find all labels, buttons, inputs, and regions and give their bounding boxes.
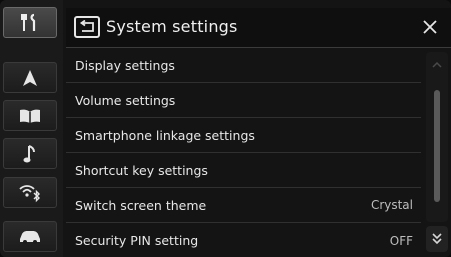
chevron-up-icon bbox=[432, 61, 442, 68]
double-chevron-down-icon bbox=[432, 233, 442, 245]
settings-list: Display settings Volume settings Smartph… bbox=[66, 48, 421, 257]
list-item-volume-settings[interactable]: Volume settings bbox=[66, 83, 421, 118]
list-item-label: Switch screen theme bbox=[75, 197, 207, 213]
list-item-display-settings[interactable]: Display settings bbox=[66, 48, 421, 83]
rail-item-navigation[interactable] bbox=[3, 62, 57, 93]
list-item-value: Crystal bbox=[370, 198, 413, 212]
back-button[interactable] bbox=[74, 16, 100, 38]
back-arrow-icon bbox=[79, 20, 94, 32]
wifi-bluetooth-icon bbox=[19, 184, 40, 202]
page-title: System settings bbox=[106, 17, 238, 36]
side-menu-rail bbox=[0, 0, 63, 257]
rail-item-audio[interactable] bbox=[3, 138, 57, 169]
rail-item-connectivity[interactable] bbox=[3, 177, 57, 208]
settings-tools-icon bbox=[21, 13, 36, 31]
list-item-security-pin-setting[interactable]: Security PIN setting OFF bbox=[66, 223, 421, 257]
scroll-up-button[interactable] bbox=[426, 58, 448, 74]
rail-item-media-library[interactable] bbox=[3, 100, 57, 131]
list-item-smartphone-linkage-settings[interactable]: Smartphone linkage settings bbox=[66, 118, 421, 153]
list-item-label: Display settings bbox=[75, 57, 175, 73]
list-item-label: Volume settings bbox=[75, 92, 176, 108]
list-item-shortcut-key-settings[interactable]: Shortcut key settings bbox=[66, 153, 421, 188]
list-item-label: Security PIN setting bbox=[75, 233, 199, 248]
scrollbar[interactable] bbox=[426, 52, 448, 222]
system-settings-screen: System settings Display settings Volume … bbox=[0, 0, 451, 257]
navigation-arrow-icon bbox=[23, 69, 37, 86]
list-item-label: Smartphone linkage settings bbox=[75, 127, 255, 143]
scroll-down-button[interactable] bbox=[426, 226, 448, 252]
music-note-icon bbox=[23, 144, 35, 162]
close-icon bbox=[423, 20, 437, 34]
rail-item-vehicle[interactable] bbox=[3, 221, 57, 252]
rail-item-settings[interactable] bbox=[3, 7, 57, 38]
list-item-label: Shortcut key settings bbox=[75, 162, 208, 178]
open-book-icon bbox=[20, 109, 40, 123]
car-icon bbox=[20, 230, 40, 244]
header-bar: System settings bbox=[66, 8, 451, 48]
close-button[interactable] bbox=[417, 14, 443, 40]
scrollbar-thumb[interactable] bbox=[434, 90, 440, 202]
list-item-value: OFF bbox=[389, 233, 413, 248]
list-item-switch-screen-theme[interactable]: Switch screen theme Crystal bbox=[66, 188, 421, 223]
